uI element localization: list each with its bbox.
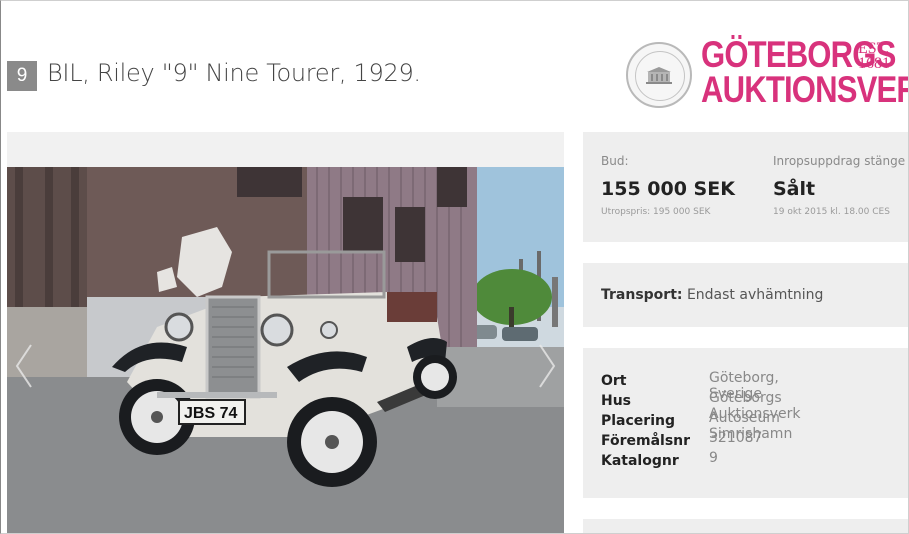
detail-row: Hus Göteborgs Auktionsverk — [601, 390, 800, 422]
status-date: 19 okt 2015 kl. 18.00 CES — [773, 207, 890, 217]
detail-row: Föremålsnr 321087 — [601, 430, 762, 450]
status-label: Inropsuppdrag stänge — [773, 154, 906, 168]
detail-row: Ort Göteborg, Sverige — [601, 370, 779, 402]
detail-key: Placering — [601, 413, 675, 429]
detail-key: Katalognr — [601, 453, 679, 469]
auction-house-seal-logo — [626, 42, 692, 108]
details-panel: Ort Göteborg, Sverige Hus Göteborgs Aukt… — [583, 348, 908, 498]
estimate-text: Utropspris: 195 000 SEK — [601, 207, 711, 217]
page-frame: 9 BIL, Riley "9" Nine Tourer, 1929. GÖTE… — [0, 0, 909, 534]
detail-value: 9 — [709, 450, 718, 466]
bid-value: 155 000 SEK — [601, 178, 735, 200]
gallery-top-strip — [7, 132, 564, 167]
building-icon — [646, 67, 672, 84]
brand-line2: AUKTIONSVERK — [701, 69, 908, 110]
car-photo-illustration: JBS 74 — [7, 167, 564, 533]
bid-panel: Bud: 155 000 SEK Utropspris: 195 000 SEK… — [583, 132, 908, 242]
license-plate: JBS 74 — [184, 405, 237, 422]
transport-line: Transport: Endast avhämtning — [601, 287, 823, 303]
detail-key: Ort — [601, 373, 627, 389]
detail-key: Föremålsnr — [601, 433, 691, 449]
transport-value: Endast avhämtning — [686, 287, 824, 303]
detail-row: Placering Autoseum Simrishamn — [601, 410, 792, 442]
details-list: Ort Göteborg, Sverige Hus Göteborgs Aukt… — [601, 370, 800, 470]
lot-title: BIL, Riley "9" Nine Tourer, 1929. — [47, 59, 421, 87]
detail-row: Katalognr 9 — [601, 450, 718, 470]
brand-established: EST. 1681 — [858, 40, 890, 72]
detail-key: Hus — [601, 393, 632, 409]
transport-panel: Transport: Endast avhämtning — [583, 263, 908, 327]
chevron-left-icon[interactable] — [11, 341, 37, 391]
lot-photo[interactable]: JBS 74 — [7, 167, 564, 533]
detail-value: 321087 — [709, 430, 763, 446]
chevron-right-icon[interactable] — [534, 341, 560, 391]
transport-label: Transport: — [601, 287, 683, 303]
bid-label: Bud: — [601, 154, 629, 168]
lot-number-badge: 9 — [7, 61, 37, 91]
next-panel — [583, 519, 908, 533]
status-value: Sålt — [773, 178, 816, 200]
